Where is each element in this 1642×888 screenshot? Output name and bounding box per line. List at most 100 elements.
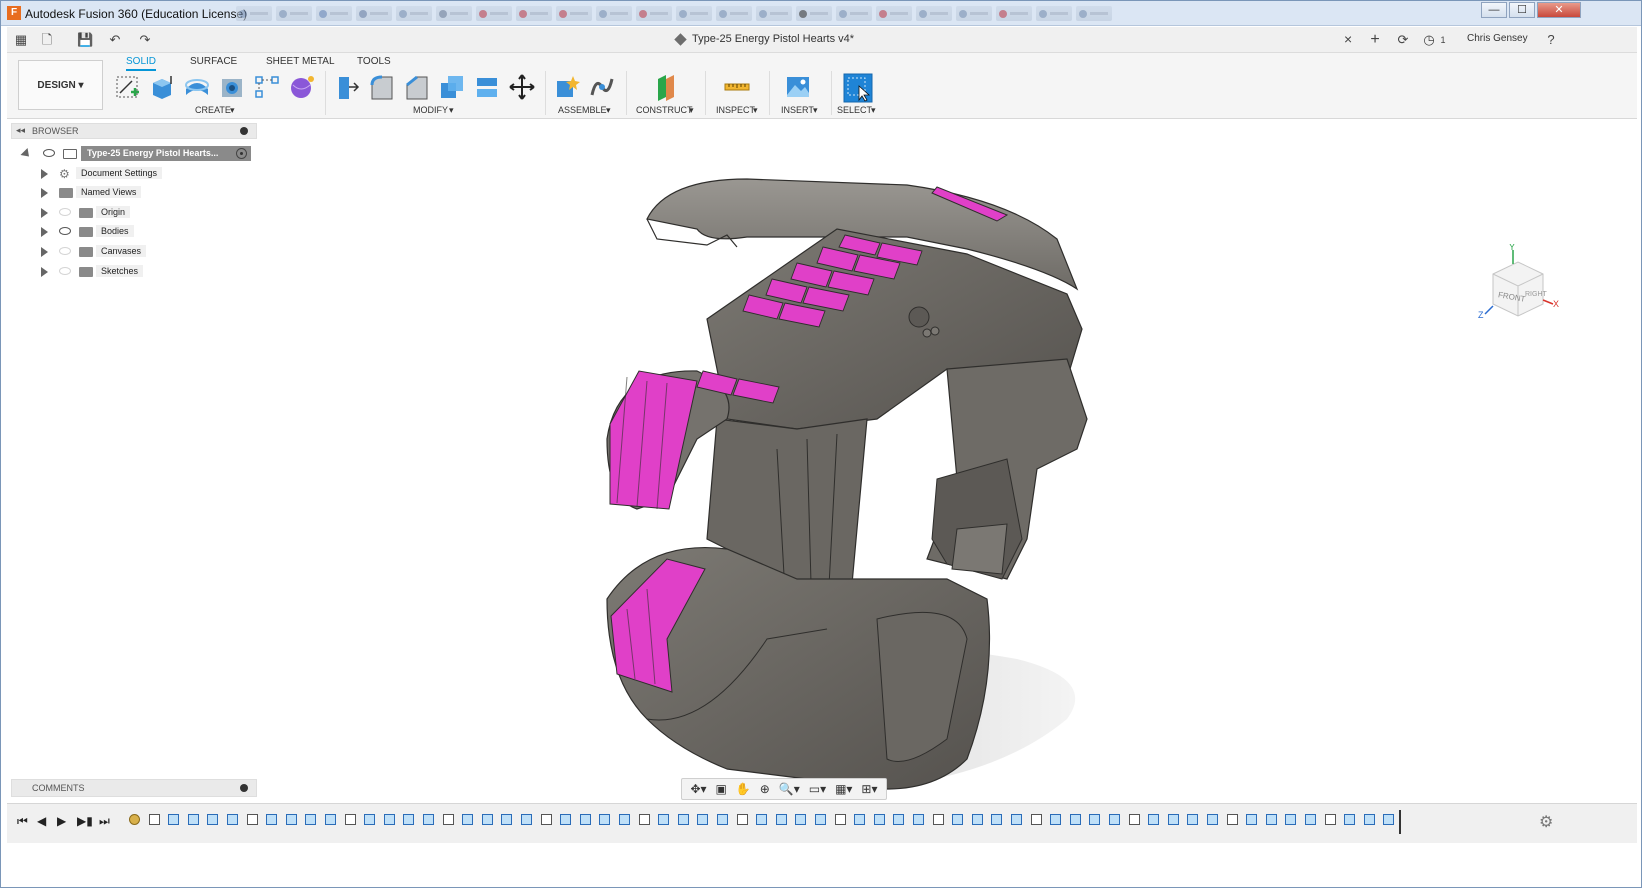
timeline-feature-icon[interactable]	[403, 814, 415, 825]
timeline-feature-icon[interactable]	[1187, 814, 1199, 825]
redo-icon[interactable]: ↷	[137, 32, 153, 48]
go-to-start-icon[interactable]: ⏮	[17, 814, 28, 829]
view-cube[interactable]: FRONT RIGHT Y X Z	[1473, 244, 1563, 334]
timeline-feature-icon[interactable]	[913, 814, 924, 825]
expand-arrow-icon[interactable]	[41, 188, 48, 199]
timeline-feature-icon[interactable]	[305, 814, 317, 825]
visibility-eye-icon[interactable]	[43, 149, 55, 157]
offset-plane-icon[interactable]	[652, 73, 680, 101]
timeline-feature-icon[interactable]	[521, 814, 532, 825]
timeline-feature-icon[interactable]	[1305, 814, 1316, 825]
pan-icon[interactable]: ✋	[736, 782, 751, 796]
timeline-feature-icon[interactable]	[540, 814, 552, 825]
browser-item-document-settings[interactable]: ⚙ Document Settings	[11, 164, 257, 184]
timeline-feature-icon[interactable]	[952, 814, 964, 825]
collapse-panel-icon[interactable]: ◂◂	[16, 125, 25, 136]
group-select[interactable]: SELECT	[837, 105, 872, 115]
tab-sheet-metal[interactable]: SHEET METAL	[266, 56, 335, 67]
timeline-feature-icon[interactable]	[246, 814, 258, 825]
close-window-button[interactable]: ✕	[1537, 2, 1581, 18]
visibility-eye-icon[interactable]	[59, 227, 71, 236]
modify-dropdown-icon[interactable]: ▾	[449, 105, 454, 116]
create-sketch-icon[interactable]	[114, 73, 142, 101]
timeline-feature-icon[interactable]	[619, 814, 630, 825]
fillet-icon[interactable]	[368, 73, 396, 101]
timeline-feature-icon[interactable]	[364, 814, 376, 825]
close-tab-icon[interactable]: ×	[1344, 31, 1352, 47]
workspace-switcher[interactable]: DESIGN ▾	[18, 60, 103, 110]
timeline-feature-icon[interactable]	[736, 814, 748, 825]
play-icon[interactable]: ▶	[57, 814, 66, 828]
viewports-icon[interactable]: ⊞▾	[861, 782, 877, 796]
visibility-eye-icon[interactable]	[59, 246, 71, 255]
maximize-button[interactable]: ☐	[1509, 2, 1535, 18]
timeline-feature-icon[interactable]	[1265, 814, 1277, 825]
timeline-feature-icon[interactable]	[1089, 814, 1101, 825]
timeline-feature-icon[interactable]	[1148, 814, 1160, 825]
timeline-feature-icon[interactable]	[1050, 814, 1062, 825]
go-to-end-icon[interactable]: ⏭	[99, 814, 110, 829]
document-tab[interactable]: Type-25 Energy Pistol Hearts v4*	[674, 32, 854, 46]
move-copy-icon[interactable]	[508, 73, 536, 101]
chamfer-icon[interactable]	[403, 73, 431, 101]
app-grid-icon[interactable]: ▦	[13, 32, 29, 48]
press-pull-icon[interactable]	[333, 73, 361, 101]
timeline-feature-icon[interactable]	[442, 814, 454, 825]
activate-radio-icon[interactable]	[236, 148, 247, 159]
browser-item-sketches[interactable]: Sketches	[11, 262, 257, 282]
tab-surface[interactable]: SURFACE	[190, 56, 237, 67]
timeline-settings-icon[interactable]: ⚙	[1539, 812, 1553, 832]
timeline-feature-icon[interactable]	[1109, 814, 1120, 825]
group-construct[interactable]: CONSTRUCT	[636, 105, 693, 115]
zoom-icon[interactable]: ⊕	[760, 782, 770, 796]
timeline-feature-icon[interactable]	[579, 814, 591, 825]
display-settings-icon[interactable]: ▭▾	[809, 782, 826, 796]
timeline-feature-icon[interactable]	[1128, 814, 1140, 825]
joint-icon[interactable]	[588, 73, 616, 101]
browser-item-canvases[interactable]: Canvases	[11, 242, 257, 262]
file-menu-icon[interactable]: 🗋	[39, 32, 55, 48]
pattern-icon[interactable]	[253, 73, 281, 101]
timeline-feature-icon[interactable]	[560, 814, 572, 825]
visibility-eye-icon[interactable]	[59, 266, 71, 275]
construct-dropdown-icon[interactable]: ▾	[689, 105, 694, 116]
new-component-icon[interactable]	[553, 73, 581, 101]
create-dropdown-icon[interactable]: ▾	[230, 105, 235, 116]
new-tab-icon[interactable]: +	[1367, 32, 1383, 48]
insert-canvas-icon[interactable]	[784, 73, 812, 101]
tab-tools[interactable]: TOOLS	[357, 56, 391, 67]
help-icon[interactable]: ?	[1543, 32, 1559, 48]
undo-icon[interactable]: ↶	[107, 32, 123, 48]
timeline-feature-icon[interactable]	[462, 814, 474, 825]
extrude-icon[interactable]	[148, 73, 176, 101]
timeline-feature-icon[interactable]	[227, 814, 238, 825]
zoom-window-icon[interactable]: 🔍▾	[779, 782, 800, 796]
split-body-icon[interactable]	[473, 73, 501, 101]
insert-dropdown-icon[interactable]: ▾	[813, 105, 818, 116]
group-create[interactable]: CREATE	[195, 105, 231, 115]
browser-root-row[interactable]: Type-25 Energy Pistol Hearts...	[11, 144, 257, 164]
timeline-feature-icon[interactable]	[207, 814, 219, 825]
timeline-feature-icon[interactable]	[325, 814, 336, 825]
timeline-feature-icon[interactable]	[834, 814, 846, 825]
tab-solid[interactable]: SOLID	[126, 56, 157, 71]
expand-arrow-icon[interactable]	[41, 168, 48, 179]
browser-item-named-views[interactable]: Named Views	[11, 183, 257, 203]
job-status-icon[interactable]: ⟳	[1395, 32, 1411, 48]
expand-arrow-icon[interactable]	[41, 266, 48, 277]
timeline-feature-icon[interactable]	[1226, 814, 1238, 825]
timeline-feature-icon[interactable]	[1011, 814, 1022, 825]
timeline-feature-icon[interactable]	[1363, 814, 1375, 825]
expand-arrow-icon[interactable]	[41, 227, 48, 238]
timeline-feature-icon[interactable]	[187, 814, 199, 825]
inspect-dropdown-icon[interactable]: ▾	[753, 105, 758, 116]
timeline-feature-icon[interactable]	[423, 814, 434, 825]
timeline-feature-icon[interactable]	[795, 814, 807, 825]
expand-arrow-icon[interactable]	[41, 207, 48, 218]
timeline-feature-icon[interactable]	[932, 814, 944, 825]
save-icon[interactable]: 💾	[77, 32, 93, 48]
timeline-feature-icon[interactable]	[638, 814, 650, 825]
step-forward-icon[interactable]: ▶▮	[77, 814, 93, 828]
select-icon[interactable]	[843, 73, 873, 103]
assemble-dropdown-icon[interactable]: ▾	[606, 105, 611, 116]
